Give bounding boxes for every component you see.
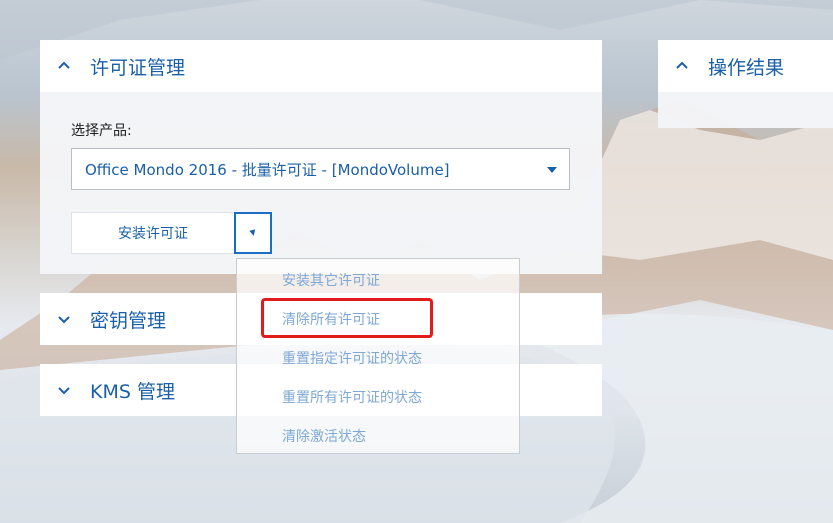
chevron-down-icon: [56, 311, 72, 327]
chevron-up-icon: [674, 58, 690, 74]
menu-item-install-other[interactable]: 安装其它许可证: [282, 270, 380, 290]
license-panel-title: 许可证管理: [90, 56, 186, 79]
highlight-box: [261, 298, 433, 338]
license-panel-header[interactable]: 许可证管理: [40, 40, 602, 92]
result-panel-title: 操作结果: [708, 56, 785, 79]
chevron-up-icon: [56, 58, 72, 74]
menu-item-clear-activation[interactable]: 清除激活状态: [282, 426, 366, 446]
select-product-label: 选择产品:: [71, 123, 132, 139]
install-license-button[interactable]: 安装许可证: [71, 212, 235, 254]
product-select-value: Office Mondo 2016 - 批量许可证 - [MondoVolume…: [85, 160, 450, 179]
caret-down-icon: [547, 167, 557, 173]
result-panel-body: [658, 92, 833, 128]
license-panel: 许可证管理 选择产品: Office Mondo 2016 - 批量许可证 - …: [40, 40, 602, 274]
install-options-menu: 安装其它许可证 清除所有许可证 重置指定许可证的状态 重置所有许可证的状态 清除…: [236, 258, 520, 454]
menu-item-reset-all[interactable]: 重置所有许可证的状态: [282, 387, 422, 407]
menu-item-reset-specified[interactable]: 重置指定许可证的状态: [282, 348, 422, 368]
product-select[interactable]: Office Mondo 2016 - 批量许可证 - [MondoVolume…: [71, 148, 570, 190]
install-options-dropdown-button[interactable]: [234, 212, 272, 254]
caret-down-icon: [249, 229, 257, 237]
kms-panel-title: KMS 管理: [90, 380, 175, 403]
chevron-down-icon: [56, 382, 72, 398]
key-panel-title: 密钥管理: [90, 309, 167, 332]
result-panel-header[interactable]: 操作结果: [658, 40, 833, 92]
result-panel: 操作结果: [658, 40, 833, 128]
install-license-label: 安装许可证: [118, 226, 188, 242]
